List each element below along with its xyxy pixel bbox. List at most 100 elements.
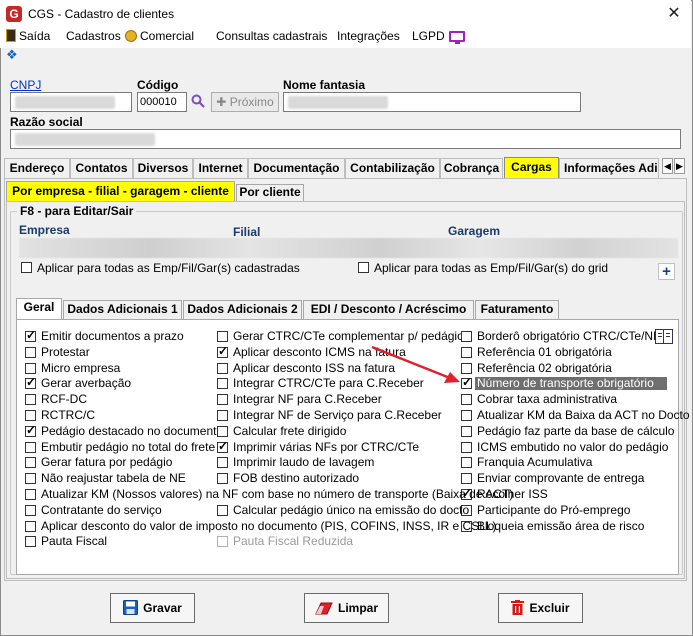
option-checkbox[interactable] (217, 425, 228, 437)
option-checkbox[interactable] (217, 410, 228, 421)
company-logo-icon[interactable]: ❖ (6, 48, 19, 61)
option-label: Calcular frete dirigido (233, 423, 347, 438)
apply-all-grid-checkbox[interactable] (358, 262, 369, 273)
option-checkbox[interactable] (217, 394, 228, 406)
tab-informacoes-adic[interactable]: Informações Adic (559, 158, 659, 178)
excluir-button[interactable]: Excluir (498, 593, 583, 623)
tab-endereco[interactable]: Endereço (4, 158, 70, 178)
book-icon[interactable] (655, 329, 673, 344)
tab-contabilizacao[interactable]: Contabilização (345, 158, 440, 178)
option-label: Embutir pedágio no total do frete (41, 439, 216, 454)
razao-social-input[interactable] (10, 129, 681, 149)
title-bar: G CGS - Cadastro de clientes ✕ (0, 0, 691, 28)
tab-faturamento[interactable]: Faturamento (475, 300, 559, 319)
option-label: Emitir documentos a prazo (41, 329, 184, 343)
option-checkbox[interactable] (25, 410, 36, 421)
tab-contatos[interactable]: Contatos (70, 158, 133, 178)
menu-lgpd[interactable]: LGPD (412, 28, 445, 46)
option-checkbox[interactable] (25, 423, 36, 437)
option-checkbox[interactable] (461, 410, 472, 421)
option-label: Imprimir laudo de lavagem (233, 455, 375, 470)
menu-bar: Saída Cadastros Comercial Consultas cada… (0, 28, 691, 48)
tabs-scroll-left[interactable]: ◀ (662, 158, 673, 174)
proximo-label: Próximo (229, 95, 274, 109)
monitor-icon[interactable] (449, 31, 465, 44)
app-logo-icon: G (6, 6, 22, 22)
option-checkbox[interactable] (217, 344, 228, 358)
option-checkbox[interactable] (25, 536, 36, 548)
menu-saida[interactable]: Saída (6, 28, 50, 46)
option-checkbox[interactable] (217, 362, 228, 374)
option-checkbox[interactable] (25, 489, 36, 500)
tab-internet[interactable]: Internet (193, 158, 248, 178)
option-checkbox[interactable] (461, 457, 472, 469)
tabs-scroll-right[interactable]: ▶ (674, 158, 685, 174)
col-garagem: Garagem (448, 224, 501, 238)
limpar-button[interactable]: Limpar (304, 593, 389, 623)
option-label: Aplicar desconto do valor de imposto no … (41, 518, 497, 533)
gravar-label: Gravar (143, 601, 182, 615)
option-checkbox[interactable] (25, 394, 36, 406)
tab-cobranca[interactable]: Cobrança (440, 158, 503, 178)
option-checkbox[interactable] (461, 441, 472, 453)
option-checkbox[interactable] (217, 504, 228, 516)
subtab-por-cliente[interactable]: Por cliente (236, 184, 304, 201)
tab-geral[interactable]: Geral (16, 298, 62, 320)
option-checkbox[interactable] (25, 362, 36, 374)
option-label: FOB destino autorizado (233, 471, 360, 486)
cnpj-input[interactable] (10, 92, 132, 112)
menu-cadastros[interactable]: Cadastros (66, 28, 121, 46)
tab-edi-desconto[interactable]: EDI / Desconto / Acréscimo (303, 300, 474, 319)
tab-dados-adicionais-1[interactable]: Dados Adicionais 1 (63, 300, 182, 319)
option-label: Pedágio destacado no documento (41, 423, 224, 438)
option-label: Integrar NF de Serviço para C.Receber (233, 408, 442, 422)
option-checkbox[interactable] (25, 504, 36, 516)
codigo-input[interactable]: 000010 (137, 92, 187, 112)
emp-fil-gar-grid-row[interactable] (19, 238, 678, 258)
option-checkbox[interactable] (461, 394, 472, 406)
option-label: Não reajustar tabela de NE (41, 471, 186, 486)
cnpj-label[interactable]: CNPJ (10, 78, 41, 92)
tab-diversos[interactable]: Diversos (133, 158, 193, 178)
option-label: Integrar NF para C.Receber (233, 392, 382, 407)
option-checkbox[interactable] (25, 328, 36, 342)
tab-cargas[interactable]: Cargas (504, 157, 559, 178)
apply-all-grid-label: Aplicar para todas as Emp/Fil/Gar(s) do … (374, 261, 609, 275)
nome-fantasia-input[interactable] (283, 92, 581, 112)
menu-comercial[interactable]: Comercial (125, 28, 194, 46)
option-checkbox[interactable] (25, 441, 36, 453)
gravar-button[interactable]: Gravar (110, 593, 195, 623)
menu-consultas[interactable]: Consultas cadastrais (216, 28, 327, 46)
tab-documentacao[interactable]: Documentação (248, 158, 345, 178)
option-checkbox[interactable] (461, 331, 472, 342)
menu-lgpd-label: LGPD (412, 29, 445, 43)
option-checkbox[interactable] (25, 520, 36, 532)
tab-dados-adicionais-2[interactable]: Dados Adicionais 2 (183, 300, 302, 319)
option-checkbox[interactable] (217, 378, 228, 390)
option-checkbox[interactable] (25, 457, 36, 469)
option-checkbox[interactable] (217, 331, 228, 342)
option-label: Participante do Pró-emprego (477, 502, 631, 517)
close-button[interactable]: ✕ (662, 4, 686, 24)
option-checkbox[interactable] (25, 346, 36, 358)
proximo-button[interactable]: ✚ Próximo (211, 92, 279, 112)
nome-fantasia-label: Nome fantasia (283, 78, 366, 92)
option-checkbox[interactable] (461, 473, 472, 485)
trash-icon (511, 600, 525, 615)
option-checkbox[interactable] (217, 473, 228, 485)
option-label: Micro empresa (41, 360, 121, 375)
menu-integracoes[interactable]: Integrações (337, 28, 400, 46)
subtab-por-empresa[interactable]: Por empresa - filial - garagem - cliente (6, 181, 235, 201)
option-checkbox[interactable] (217, 457, 228, 469)
option-label: Protestar (41, 344, 90, 359)
option-checkbox[interactable] (217, 439, 228, 453)
search-icon[interactable] (191, 94, 205, 108)
coins-icon (125, 30, 137, 42)
add-plus-button[interactable]: + (658, 263, 675, 280)
option-checkbox[interactable] (25, 375, 36, 390)
apply-all-registered-checkbox[interactable] (21, 262, 32, 273)
option-checkbox[interactable] (461, 425, 472, 437)
option-checkbox[interactable] (25, 473, 36, 485)
option-label: Gerar CTRC/CTe complementar p/ pedágio (233, 329, 464, 343)
option-label: Referência 01 obrigatória (477, 344, 612, 359)
